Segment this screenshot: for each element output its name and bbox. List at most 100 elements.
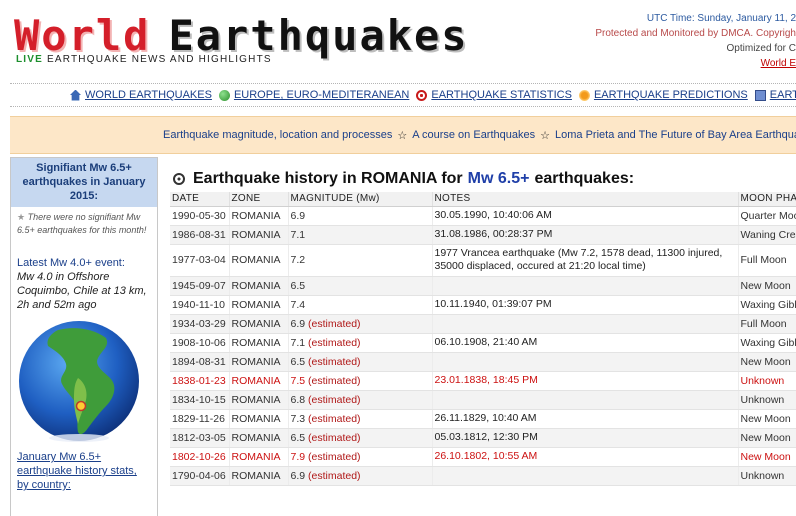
magnitude-value: 7.1 (290, 228, 306, 241)
cell-moon-phase: New Moon (738, 447, 796, 467)
latest-event-text: Mw 4.0 in Offshore Coquimbo, Chile at 13… (17, 271, 147, 311)
infobar-link-loma-prieta[interactable]: Loma Prieta and The Future of Bay Area E… (555, 129, 796, 141)
no-events-note: ★ There were no signifiant Mw 6.5+ earth… (11, 207, 157, 237)
cell-zone: ROMANIA (229, 390, 289, 410)
cell-zone: ROMANIA (229, 206, 289, 226)
magnitude-value: 6.5 (290, 355, 306, 368)
title-accent: Mw 6.5+ (467, 170, 530, 187)
cell-zone: ROMANIA (229, 314, 289, 334)
magnitude-value: 6.5 (290, 431, 306, 444)
nav-label: EARTHQUAKE LIBR (769, 89, 796, 101)
cell-date: 1908-10-06 (170, 333, 230, 353)
cell-moon-phase: Quarter Moon (738, 206, 796, 226)
magnitude-value: 7.9 (290, 450, 306, 463)
cell-zone: ROMANIA (229, 352, 289, 372)
nav-predictions[interactable]: EARTHQUAKE PREDICTIONS (578, 89, 748, 101)
star-icon (578, 89, 590, 101)
header-info: UTC Time: Sunday, January 11, 2 Protecte… (595, 11, 796, 71)
title-prefix: Earthquake history in ROMANIA for (193, 170, 463, 187)
table-row: 1802-10-26 ROMANIA 7.9 (estimated) 26.10.18… (170, 447, 796, 467)
cell-notes: 10.11.1940, 01:39:07 PM (432, 295, 739, 315)
site-tagline: LIVE EARTHQUAKE NEWS AND HIGHLIGHTS (16, 54, 272, 65)
cell-magnitude: 6.9 (288, 206, 433, 226)
estimated-flag: (estimated) (308, 374, 361, 387)
cell-moon-phase: New Moon (738, 352, 796, 372)
cell-notes: 31.08.1986, 00:28:37 PM (432, 225, 739, 245)
cell-date: 1977-03-04 (170, 244, 230, 277)
cell-date: 1802-10-26 (170, 447, 230, 467)
header-link[interactable]: World E (595, 56, 796, 71)
sidebar: Signifiant Mw 6.5+ earthquakes in Januar… (10, 157, 158, 516)
main-nav: WORLD EARTHQUAKES EUROPE, EURO-MEDITERAN… (10, 83, 796, 107)
estimated-flag: (estimated) (308, 412, 361, 425)
cell-magnitude: 6.5 (estimated) (288, 428, 433, 448)
cell-date: 1940-11-10 (170, 295, 230, 315)
tagline-live: LIVE (16, 54, 44, 65)
magnitude-value: 6.9 (290, 209, 306, 222)
infobar-link-course[interactable]: A course on Earthquakes (412, 129, 535, 141)
magnitude-value: 6.5 (290, 279, 306, 292)
nav-statistics[interactable]: EARTHQUAKE STATISTICS (416, 89, 572, 101)
info-bar: Earthquake magnitude, location and proce… (10, 116, 796, 154)
estimated-flag: (estimated) (308, 431, 361, 444)
cell-zone: ROMANIA (229, 447, 289, 467)
cell-date: 1894-08-31 (170, 352, 230, 372)
magnitude-value: 6.9 (290, 317, 306, 330)
no-events-text: There were no signifiant Mw 6.5+ earthqu… (17, 212, 147, 235)
estimated-flag: (estimated) (308, 450, 361, 463)
table-row: 1838-01-23 ROMANIA 7.5 (estimated) 23.01.18… (170, 371, 796, 391)
cell-magnitude: 7.1 (288, 225, 433, 245)
cell-moon-phase: Full Moon (738, 314, 796, 334)
estimated-flag: (estimated) (308, 317, 361, 330)
nav-world-earthquakes[interactable]: WORLD EARTHQUAKES (70, 89, 212, 101)
table-row: 1986-08-31 ROMANIA 7.1 31.08.1986, 00:28:37… (170, 225, 796, 245)
magnitude-value: 6.9 (290, 469, 306, 482)
target-icon (416, 89, 428, 101)
table-row: 1977-03-04 ROMANIA 7.2 1977 Vrancea earthqu… (170, 244, 796, 277)
cell-notes: 1977 Vrancea earthquake (Mw 7.2, 1578 de… (432, 244, 739, 277)
table-row: 1934-03-29 ROMANIA 6.9 (estimated) Full Moo… (170, 314, 796, 334)
cell-notes: 26.11.1829, 10:40 AM (432, 409, 739, 429)
cell-notes: 05.03.1812, 12:30 PM (432, 428, 739, 448)
nav-label: EUROPE, EURO-MEDITERANEAN (233, 89, 410, 101)
nav-label: EARTHQUAKE PREDICTIONS (593, 89, 748, 101)
cell-zone: ROMANIA (229, 295, 289, 315)
earth-globe-icon[interactable] (18, 320, 140, 442)
cell-date: 1934-03-29 (170, 314, 230, 334)
cell-magnitude: 6.9 (estimated) (288, 314, 433, 334)
magnitude-value: 7.2 (290, 254, 306, 266)
table-row: 1829-11-26 ROMANIA 7.3 (estimated) 26.11.18… (170, 409, 796, 429)
cell-moon-phase: Waxing Gibbous Moon (738, 333, 796, 353)
nav-label: EARTHQUAKE STATISTICS (431, 89, 572, 101)
cell-moon-phase: New Moon (738, 428, 796, 448)
title-suffix: earthquakes: (534, 170, 635, 187)
stats-by-country-link[interactable]: January Mw 6.5+ earthquake history stats… (17, 450, 151, 492)
magnitude-value: 7.3 (290, 412, 306, 425)
cell-zone: ROMANIA (229, 244, 289, 277)
col-date: DATE (170, 192, 230, 207)
cell-date: 1838-01-23 (170, 371, 230, 391)
nav-library[interactable]: EARTHQUAKE LIBR (754, 89, 796, 101)
cell-notes (432, 314, 739, 334)
cell-moon-phase: Waxing Gibbous Moon (738, 295, 796, 315)
table-row: 1834-10-15 ROMANIA 6.8 (estimated) Unknown (170, 390, 796, 410)
col-magnitude: MAGNITUDE (Mw) (288, 192, 433, 207)
cell-zone: ROMANIA (229, 466, 289, 486)
nav-europe[interactable]: EUROPE, EURO-MEDITERANEAN (218, 89, 410, 101)
cell-magnitude: 6.5 (288, 276, 433, 296)
cell-moon-phase: Waning Crescent Moon (738, 225, 796, 245)
col-notes: NOTES (432, 192, 739, 207)
dmca-notice: Protected and Monitored by DMCA. Copyrig… (595, 28, 796, 39)
cell-magnitude: 7.9 (estimated) (288, 447, 433, 467)
cell-date: 1790-04-06 (170, 466, 230, 486)
cell-date: 1834-10-15 (170, 390, 230, 410)
cell-moon-phase: New Moon (738, 276, 796, 296)
infobar-link-magnitude[interactable]: Earthquake magnitude, location and proce… (163, 129, 392, 141)
cell-magnitude: 6.5 (estimated) (288, 352, 433, 372)
cell-notes: 26.10.1802, 10:55 AM (432, 447, 739, 467)
table-row: 1908-10-06 ROMANIA 7.1 (estimated) 06.10.19… (170, 333, 796, 353)
logo-word-earthquakes: Earthquakes (168, 11, 469, 60)
cell-magnitude: 7.2 (288, 244, 433, 277)
cell-magnitude: 6.9 (estimated) (288, 466, 433, 486)
site-logo[interactable]: World Earthquakes (14, 11, 469, 60)
